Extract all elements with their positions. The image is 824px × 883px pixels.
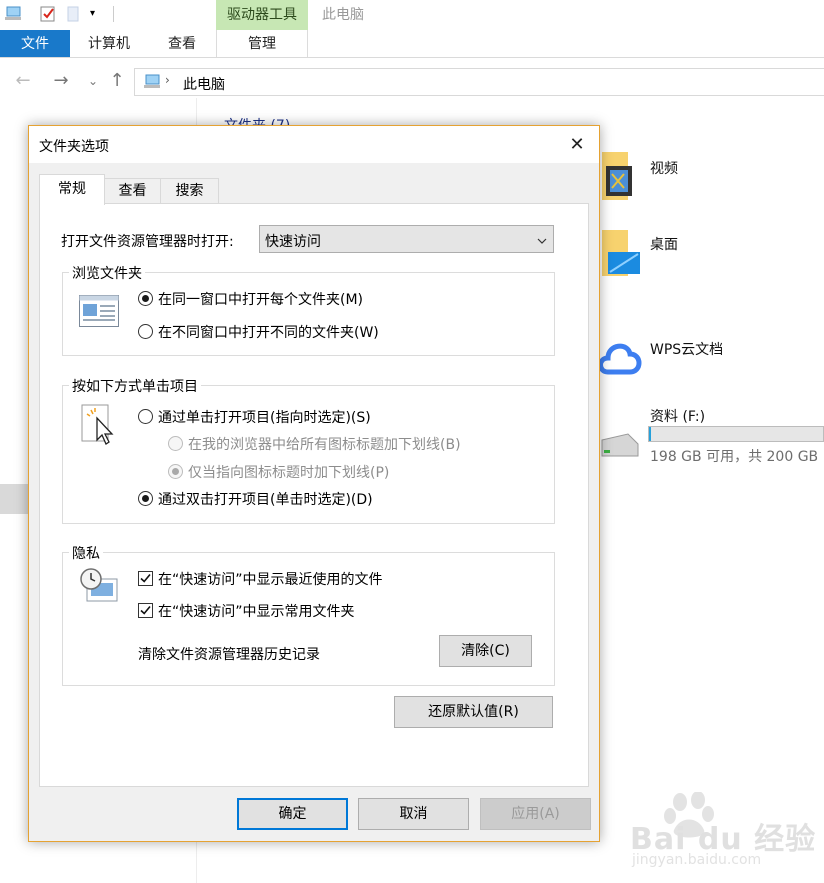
tab-view-options[interactable]: 查看 bbox=[104, 178, 161, 204]
customize-toolbar-icon[interactable]: ▾ bbox=[90, 6, 106, 22]
breadcrumb-chevron-icon[interactable]: › bbox=[165, 73, 170, 87]
radio-double-click[interactable] bbox=[138, 491, 153, 506]
double-click-label[interactable]: 通过双击打开项目(单击时选定)(D) bbox=[158, 489, 373, 509]
general-tab-panel: 打开文件资源管理器时打开: 快速访问 浏览文件夹 在同一窗口中打开每个文件夹(M… bbox=[39, 203, 589, 787]
back-arrow-icon[interactable]: ← bbox=[12, 70, 34, 92]
wps-cloud-icon[interactable] bbox=[596, 336, 644, 384]
watermark-url: jingyan.baidu.com bbox=[632, 852, 762, 868]
computer-icon[interactable] bbox=[4, 6, 21, 22]
open-explorer-label: 打开文件资源管理器时打开: bbox=[61, 234, 234, 250]
tab-manage[interactable]: 管理 bbox=[216, 30, 308, 58]
radio-new-window[interactable] bbox=[138, 324, 153, 339]
videos-folder-icon[interactable] bbox=[598, 152, 638, 206]
underline-hover-label[interactable]: 仅当指向图标标题时加下划线(P) bbox=[188, 462, 389, 482]
drive-free-space: 198 GB 可用，共 200 GB bbox=[650, 449, 819, 465]
tab-search[interactable]: 搜索 bbox=[160, 178, 219, 204]
folder-options-dialog: 文件夹选项 ✕ 常规 查看 搜索 打开文件资源管理器时打开: 快速访问 浏览文件… bbox=[28, 125, 600, 842]
address-row: ← → ⌄ ↑ › 此电脑 bbox=[0, 66, 824, 98]
forward-arrow-icon[interactable]: → bbox=[50, 70, 72, 92]
same-window-label[interactable]: 在同一窗口中打开每个文件夹(M) bbox=[158, 289, 363, 309]
pointer-click-icon bbox=[81, 404, 117, 450]
open-explorer-select[interactable]: 快速访问 bbox=[259, 225, 554, 253]
videos-label[interactable]: 视频 bbox=[650, 158, 678, 178]
clear-history-button[interactable]: 清除(C) bbox=[439, 635, 532, 667]
address-path: 此电脑 bbox=[183, 77, 225, 93]
dialog-title: 文件夹选项 bbox=[39, 139, 109, 155]
browse-folders-title: 浏览文件夹 bbox=[69, 263, 145, 283]
tab-computer[interactable]: 计算机 bbox=[74, 30, 144, 58]
chevron-down-icon bbox=[537, 235, 547, 245]
radio-underline-all[interactable] bbox=[168, 436, 183, 451]
drive-usage-bar bbox=[648, 426, 824, 442]
ribbon-divider bbox=[0, 57, 824, 58]
dialog-titlebar: 文件夹选项 ✕ bbox=[29, 126, 599, 163]
drive-tools-context-tab: 驱动器工具 bbox=[216, 0, 308, 30]
desktop-folder-icon[interactable] bbox=[600, 230, 642, 282]
radio-single-click[interactable] bbox=[138, 409, 153, 424]
quick-access-toolbar: ▾ 驱动器工具 此电脑 bbox=[0, 0, 824, 30]
ribbon-tabs: 文件 计算机 查看 管理 bbox=[0, 30, 824, 58]
baidu-watermark: Bai du 经验 jingyan.baidu.com bbox=[622, 791, 822, 872]
clear-history-label: 清除文件资源管理器历史记录 bbox=[138, 647, 320, 663]
wps-cloud-label[interactable]: WPS云文档 bbox=[650, 339, 723, 359]
history-clock-icon bbox=[79, 567, 119, 611]
underline-all-label[interactable]: 在我的浏览器中给所有图标标题加下划线(B) bbox=[188, 434, 461, 454]
address-bar[interactable]: › 此电脑 bbox=[134, 68, 824, 96]
tab-view[interactable]: 查看 bbox=[148, 30, 216, 58]
drive-usage-fill bbox=[649, 427, 651, 441]
click-items-title: 按如下方式单击项目 bbox=[69, 376, 201, 396]
privacy-title: 隐私 bbox=[69, 543, 103, 563]
drive-icon[interactable] bbox=[598, 430, 640, 466]
this-pc-icon bbox=[143, 74, 161, 94]
radio-same-window[interactable] bbox=[138, 291, 153, 306]
window-title: 此电脑 bbox=[322, 7, 364, 23]
checkbox-show-frequent[interactable] bbox=[138, 603, 153, 618]
apply-button[interactable]: 应用(A) bbox=[480, 798, 591, 830]
tab-file[interactable]: 文件 bbox=[0, 30, 70, 58]
privacy-group: 隐私 在“快速访问”中显示最近使用的文件 在“快速访问”中显示常用文件夹 清除文… bbox=[62, 543, 555, 686]
radio-underline-hover[interactable] bbox=[168, 464, 183, 479]
checkbox-show-recent[interactable] bbox=[138, 571, 153, 586]
show-frequent-label[interactable]: 在“快速访问”中显示常用文件夹 bbox=[158, 601, 355, 621]
close-icon[interactable]: ✕ bbox=[555, 126, 599, 163]
show-recent-label[interactable]: 在“快速访问”中显示最近使用的文件 bbox=[158, 569, 383, 589]
single-click-label[interactable]: 通过单击打开项目(指向时选定)(S) bbox=[158, 407, 371, 427]
properties-icon[interactable] bbox=[40, 6, 56, 22]
new-folder-icon[interactable] bbox=[66, 6, 82, 22]
cancel-button[interactable]: 取消 bbox=[358, 798, 469, 830]
recent-locations-chevron-icon[interactable]: ⌄ bbox=[82, 70, 104, 92]
desktop-label[interactable]: 桌面 bbox=[650, 234, 678, 254]
ok-button[interactable]: 确定 bbox=[237, 798, 348, 830]
browse-folders-group: 浏览文件夹 在同一窗口中打开每个文件夹(M) 在不同窗口中打开不同的文件夹(W) bbox=[62, 263, 555, 356]
click-items-group: 按如下方式单击项目 通过单击打开项目(指向时选定)(S) 在我的浏览器中给所有图… bbox=[62, 376, 555, 524]
up-arrow-icon[interactable]: ↑ bbox=[106, 70, 128, 92]
nav-pane-selected-item[interactable] bbox=[0, 484, 28, 514]
qat-divider bbox=[113, 6, 114, 22]
open-explorer-value: 快速访问 bbox=[265, 234, 321, 250]
drive-label[interactable]: 资料 (F:) bbox=[650, 406, 705, 426]
new-window-label[interactable]: 在不同窗口中打开不同的文件夹(W) bbox=[158, 322, 379, 342]
window-picture-icon bbox=[79, 295, 119, 331]
tab-general[interactable]: 常规 bbox=[39, 174, 105, 205]
restore-defaults-button[interactable]: 还原默认值(R) bbox=[394, 696, 553, 728]
